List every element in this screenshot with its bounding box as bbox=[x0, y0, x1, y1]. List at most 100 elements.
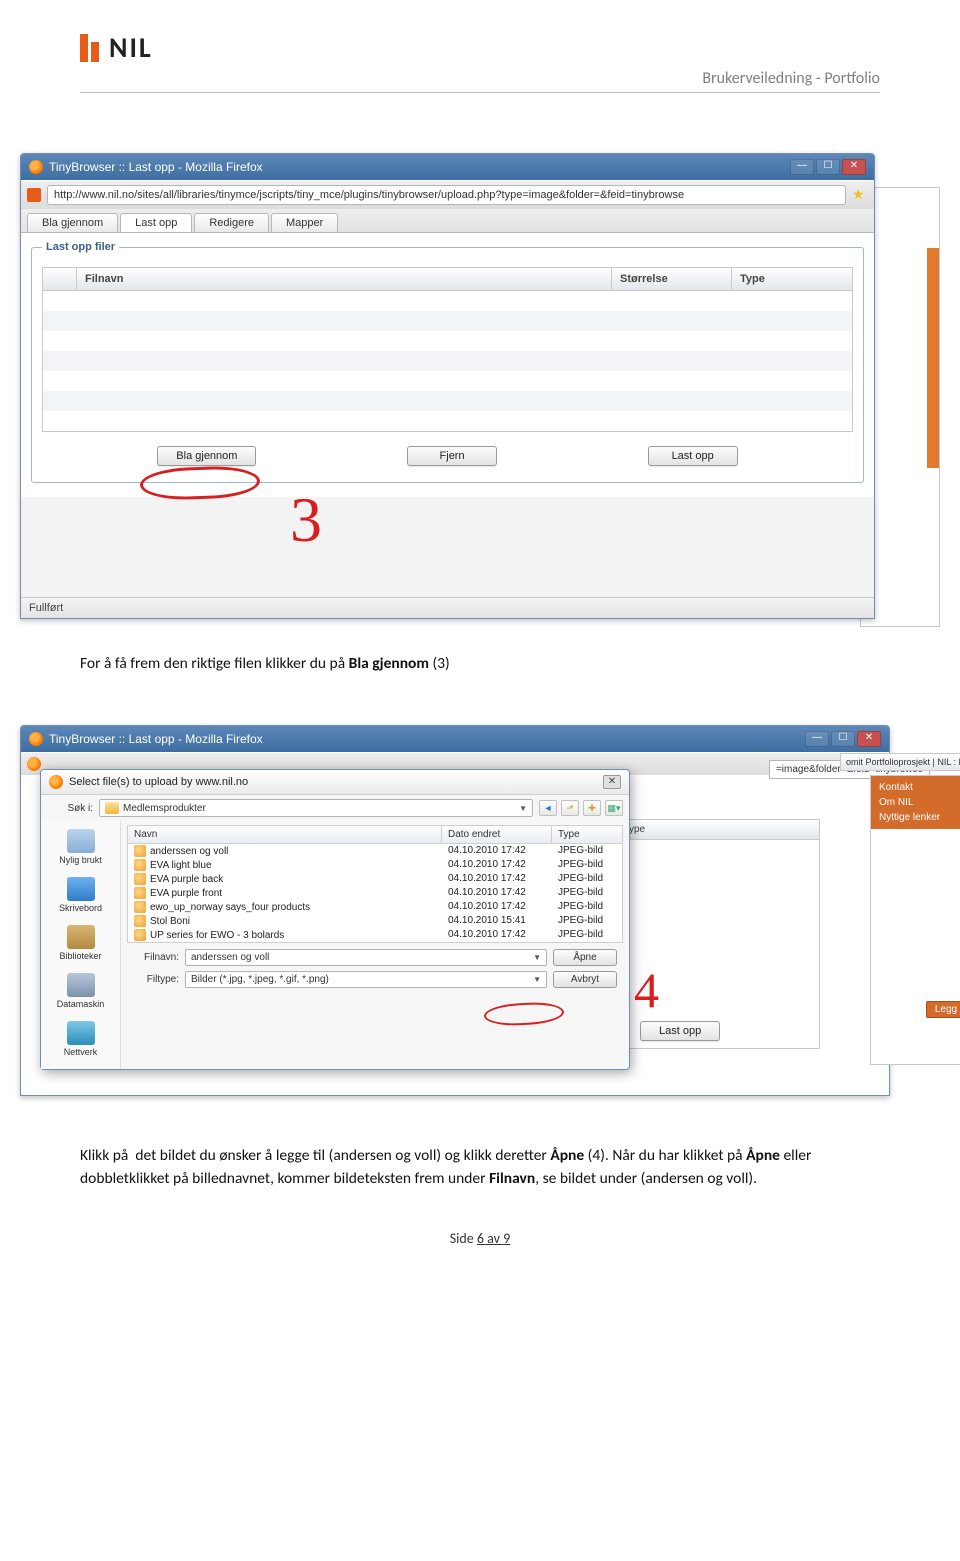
place-desktop[interactable]: Skrivebord bbox=[43, 873, 118, 921]
tab-browse[interactable]: Bla gjennom bbox=[27, 213, 118, 232]
window-titlebar[interactable]: TinyBrowser :: Last opp - Mozilla Firefo… bbox=[21, 726, 889, 752]
new-folder-icon[interactable]: ✚ bbox=[583, 800, 601, 816]
screenshot-file-dialog: TinyBrowser :: Last opp - Mozilla Firefo… bbox=[20, 725, 940, 1125]
dialog-close-button[interactable]: ✕ bbox=[603, 775, 621, 789]
minimize-button[interactable]: — bbox=[805, 731, 829, 747]
up-folder-icon[interactable]: ⬏ bbox=[561, 800, 579, 816]
sidebar-link-nyttige[interactable]: Nyttige lenker bbox=[879, 810, 960, 825]
col-name[interactable]: Navn bbox=[128, 826, 442, 843]
tab-folders[interactable]: Mapper bbox=[271, 213, 338, 232]
window-title: TinyBrowser :: Last opp - Mozilla Firefo… bbox=[49, 160, 263, 174]
cancel-button[interactable]: Avbryt bbox=[553, 971, 617, 988]
filename-field[interactable]: anderssen og voll▼ bbox=[185, 949, 547, 966]
image-thumb-icon bbox=[134, 859, 146, 871]
window-title: TinyBrowser :: Last opp - Mozilla Firefo… bbox=[49, 732, 263, 746]
place-computer[interactable]: Datamaskin bbox=[43, 969, 118, 1017]
file-list[interactable]: anderssen og voll04.10.2010 17:42JPEG-bi… bbox=[127, 844, 623, 943]
place-libraries[interactable]: Biblioteker bbox=[43, 921, 118, 969]
background-orange-accent bbox=[927, 248, 939, 468]
upload-button[interactable]: Last opp bbox=[640, 1021, 720, 1041]
table-row bbox=[43, 291, 852, 311]
file-list-header: Navn Dato endret Type bbox=[127, 825, 623, 844]
upload-file-grid: Filnavn Størrelse Type bbox=[42, 267, 853, 432]
address-bar: http://www.nil.no/sites/all/libraries/ti… bbox=[21, 180, 874, 209]
browse-button[interactable]: Bla gjennom bbox=[157, 446, 256, 466]
grid-header-filename[interactable]: Filnavn bbox=[77, 268, 612, 290]
grid-header-type[interactable]: Type bbox=[732, 268, 852, 290]
grid-header-checkbox[interactable] bbox=[43, 268, 77, 290]
sidebar-link-kontakt[interactable]: Kontakt bbox=[879, 780, 960, 795]
url-field[interactable]: http://www.nil.no/sites/all/libraries/ti… bbox=[47, 185, 846, 205]
recent-icon bbox=[67, 829, 95, 853]
computer-icon bbox=[67, 973, 95, 997]
remove-button[interactable]: Fjern bbox=[407, 446, 497, 466]
filetype-label: Filtype: bbox=[133, 974, 179, 985]
image-thumb-icon bbox=[134, 887, 146, 899]
libraries-icon bbox=[67, 925, 95, 949]
table-row bbox=[43, 351, 852, 371]
tinybrowser-tabs: Bla gjennom Last opp Redigere Mapper bbox=[21, 209, 874, 232]
filetype-dropdown[interactable]: Bilder (*.jpg, *.jpeg, *.gif, *.png)▼ bbox=[185, 971, 547, 988]
tinybrowser-under-panel: ype bbox=[620, 819, 820, 1049]
upload-fieldset: Last opp filer Filnavn Størrelse Type bbox=[31, 241, 864, 483]
sidebar-link-om-nil[interactable]: Om NIL bbox=[879, 795, 960, 810]
list-item[interactable]: Stol Boni04.10.2010 15:41JPEG-bild bbox=[128, 914, 622, 928]
image-thumb-icon bbox=[134, 901, 146, 913]
tinybrowser-under-upload: Last opp bbox=[640, 1021, 720, 1041]
instruction-paragraph-1: For å få frem den riktige filen klikker … bbox=[80, 653, 880, 675]
background-browser-tab[interactable]: omit Portfolioprosjekt | NIL : N...× bbox=[840, 753, 960, 771]
col-date[interactable]: Dato endret bbox=[442, 826, 552, 843]
logo-text: NIL bbox=[109, 30, 153, 65]
screenshot-upload-panel: TinyBrowser :: Last opp - Mozilla Firefo… bbox=[20, 153, 940, 633]
upload-button[interactable]: Last opp bbox=[648, 446, 738, 466]
bookmark-star-icon[interactable]: ★ bbox=[852, 187, 868, 203]
list-item[interactable]: EVA purple front04.10.2010 17:42JPEG-bil… bbox=[128, 886, 622, 900]
maximize-button[interactable]: ☐ bbox=[816, 159, 840, 175]
maximize-button[interactable]: ☐ bbox=[831, 731, 855, 747]
table-row bbox=[43, 411, 852, 431]
status-bar: Fullført bbox=[21, 597, 874, 618]
close-button[interactable]: ✕ bbox=[842, 159, 866, 175]
background-sidebar-links: Kontakt Om NIL Nyttige lenker bbox=[871, 776, 960, 829]
table-row bbox=[43, 331, 852, 351]
place-recent[interactable]: Nylig brukt bbox=[43, 825, 118, 873]
chevron-down-icon: ▼ bbox=[533, 953, 541, 962]
dialog-title: Select file(s) to upload by www.nil.no bbox=[69, 776, 248, 788]
logo-mark bbox=[80, 34, 99, 62]
places-sidebar: Nylig brukt Skrivebord Biblioteker Datam… bbox=[41, 821, 121, 1069]
document-header: NIL Brukerveiledning - Portfolio bbox=[0, 0, 960, 103]
grid-header-size[interactable]: Størrelse bbox=[612, 268, 732, 290]
chevron-down-icon: ▼ bbox=[519, 804, 527, 813]
firefox-icon bbox=[29, 160, 43, 174]
list-item[interactable]: UP series for EWO - 3 bolards04.10.2010 … bbox=[128, 928, 622, 942]
dialog-titlebar[interactable]: Select file(s) to upload by www.nil.no ✕ bbox=[41, 770, 629, 795]
place-network[interactable]: Nettverk bbox=[43, 1017, 118, 1065]
folder-icon bbox=[105, 802, 119, 814]
add-image-button[interactable]: Legg til bilde bbox=[926, 1001, 960, 1018]
file-open-dialog: Select file(s) to upload by www.nil.no ✕… bbox=[40, 769, 630, 1070]
tab-edit[interactable]: Redigere bbox=[194, 213, 269, 232]
background-sidebar: Kontakt Om NIL Nyttige lenker bbox=[870, 775, 960, 1065]
firefox-window: TinyBrowser :: Last opp - Mozilla Firefo… bbox=[20, 153, 875, 619]
network-icon bbox=[67, 1021, 95, 1045]
view-menu-icon[interactable]: ▦▾ bbox=[605, 800, 623, 816]
window-titlebar[interactable]: TinyBrowser :: Last opp - Mozilla Firefo… bbox=[21, 154, 874, 180]
minimize-button[interactable]: — bbox=[790, 159, 814, 175]
list-item[interactable]: ewo_up_norway says_four products04.10.20… bbox=[128, 900, 622, 914]
list-item[interactable]: anderssen og voll04.10.2010 17:42JPEG-bi… bbox=[128, 844, 622, 858]
page-footer: Side 6 av 9 bbox=[0, 1230, 960, 1247]
firefox-icon bbox=[27, 757, 41, 771]
desktop-icon bbox=[67, 877, 95, 901]
list-item[interactable]: EVA light blue04.10.2010 17:42JPEG-bild bbox=[128, 858, 622, 872]
open-button[interactable]: Åpne bbox=[553, 949, 617, 966]
firefox-icon bbox=[49, 775, 63, 789]
list-item[interactable]: EVA purple back04.10.2010 17:42JPEG-bild bbox=[128, 872, 622, 886]
folder-dropdown[interactable]: Medlemsprodukter ▼ bbox=[99, 799, 533, 817]
col-type[interactable]: Type bbox=[552, 826, 622, 843]
close-button[interactable]: ✕ bbox=[857, 731, 881, 747]
table-row bbox=[43, 311, 852, 331]
url-fragment-left bbox=[51, 759, 54, 770]
tab-upload[interactable]: Last opp bbox=[120, 213, 192, 232]
back-icon[interactable]: ◄ bbox=[539, 800, 557, 816]
image-thumb-icon bbox=[134, 873, 146, 885]
